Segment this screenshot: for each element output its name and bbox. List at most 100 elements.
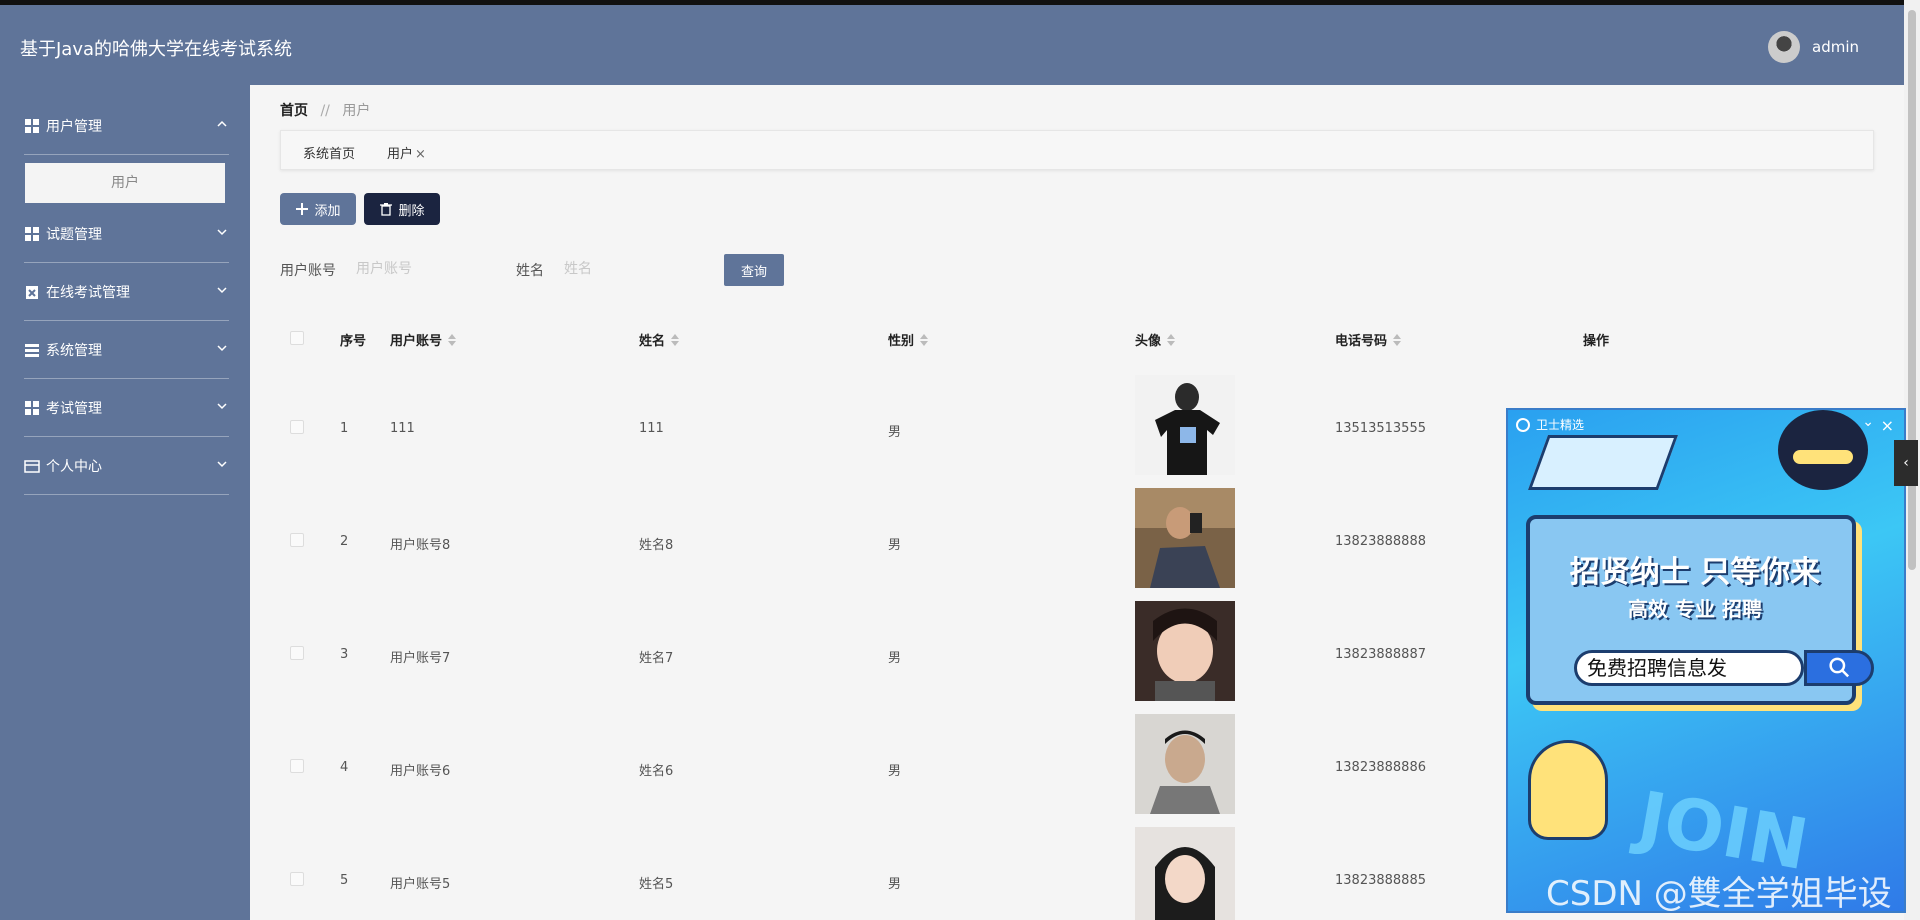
- watermark: CSDN @雙全学姐毕设: [1546, 874, 1892, 914]
- name-search-input[interactable]: [564, 252, 714, 286]
- row-checkbox[interactable]: [290, 872, 304, 886]
- cell-name: 姓名8: [639, 538, 674, 553]
- sort-icon[interactable]: [920, 333, 929, 346]
- cell-phone: 13823888887: [1335, 647, 1426, 662]
- column-header-label: 用户账号: [390, 334, 443, 349]
- sidebar-item-label: 考试管理: [46, 400, 102, 417]
- cell-gender: 男: [888, 764, 902, 779]
- avatar-image[interactable]: [1135, 601, 1235, 701]
- query-button[interactable]: 查询: [724, 254, 784, 286]
- row-checkbox[interactable]: [290, 646, 304, 660]
- grid-icon: [25, 226, 39, 241]
- cell-name: 姓名5: [639, 877, 674, 892]
- cell-index: 3: [340, 647, 349, 662]
- ad-subline: 高效 专业 招聘: [1628, 597, 1762, 621]
- column-header-label: 序号: [340, 334, 367, 349]
- sidebar-item-label: 在线考试管理: [46, 284, 130, 301]
- book-illustration: [1527, 435, 1679, 490]
- scrollbar-thumb[interactable]: [1908, 10, 1916, 570]
- chevron-down-icon: [217, 287, 227, 294]
- breadcrumb-separator: //: [320, 103, 330, 119]
- cell-gender: 男: [888, 538, 902, 553]
- cell-index: 2: [340, 534, 349, 549]
- sidebar-item-system-management[interactable]: 系统管理: [24, 321, 229, 379]
- lightbulb-illustration: [1528, 740, 1608, 840]
- breadcrumb-current: 用户: [342, 103, 371, 119]
- close-icon[interactable]: ×: [1881, 416, 1894, 435]
- column-header-label: 头像: [1135, 334, 1162, 349]
- cell-index: 4: [340, 760, 349, 775]
- avatar-image[interactable]: [1135, 375, 1235, 475]
- cell-name: 111: [639, 421, 664, 436]
- avatar-image[interactable]: [1135, 488, 1235, 588]
- account-search-input[interactable]: [356, 252, 506, 286]
- add-button[interactable]: 添加: [280, 193, 356, 225]
- sidebar-item-question-management[interactable]: 试题管理: [24, 205, 229, 263]
- sidebar-subitem-user[interactable]: 用户: [25, 163, 225, 203]
- card-icon: [24, 459, 40, 473]
- row-checkbox[interactable]: [290, 420, 304, 434]
- sort-icon[interactable]: [1393, 333, 1402, 346]
- chevron-down-icon: [217, 403, 227, 410]
- cell-phone: 13823888885: [1335, 873, 1426, 888]
- tab-system-home[interactable]: 系统首页: [303, 143, 355, 162]
- ad-search-button[interactable]: [1804, 650, 1874, 686]
- user-avatar[interactable]: [1768, 31, 1800, 63]
- column-header-phone[interactable]: 电话号码: [1335, 330, 1402, 349]
- sort-icon[interactable]: [671, 333, 680, 346]
- close-icon[interactable]: ×: [415, 147, 426, 162]
- ad-search-box[interactable]: 免费招聘信息发: [1574, 650, 1804, 686]
- trash-icon: [380, 203, 393, 216]
- column-header-label: 操作: [1583, 334, 1610, 349]
- sidebar-item-online-exam-management[interactable]: 在线考试管理: [24, 263, 229, 321]
- cell-name: 姓名6: [639, 764, 674, 779]
- side-panel-toggle[interactable]: ‹: [1894, 440, 1918, 486]
- ad-brand: 卫士精选: [1536, 418, 1585, 432]
- add-button-label: 添加: [314, 203, 341, 219]
- clipboard-icon: [26, 285, 38, 299]
- cell-account: 用户账号7: [390, 651, 451, 666]
- grid-icon: [25, 118, 39, 133]
- username[interactable]: admin: [1812, 38, 1859, 56]
- list-icon: [25, 343, 39, 357]
- sidebar-item-user-management[interactable]: 用户管理: [24, 97, 229, 155]
- cell-account: 用户账号8: [390, 538, 451, 553]
- user-menu[interactable]: admin: [1768, 31, 1859, 63]
- column-header-name[interactable]: 姓名: [639, 330, 680, 349]
- sidebar-item-personal-center[interactable]: 个人中心: [24, 437, 229, 495]
- column-header-gender[interactable]: 性别: [888, 330, 929, 349]
- sort-icon[interactable]: [1167, 333, 1176, 346]
- system-title: 基于Java的哈佛大学在线考试系统: [20, 39, 293, 60]
- advertisement-popup[interactable]: 卫士精选 ⌄ × 招贤纳士 只等你来 高效 专业 招聘 免费招聘信息发 JOIN: [1506, 408, 1906, 913]
- sidebar-item-label: 试题管理: [46, 226, 102, 243]
- cell-gender: 男: [888, 877, 902, 892]
- plus-icon: [296, 203, 309, 215]
- row-checkbox[interactable]: [290, 533, 304, 547]
- minimize-icon[interactable]: ⌄: [1862, 414, 1874, 430]
- breadcrumb-home[interactable]: 首页: [280, 103, 308, 119]
- row-checkbox[interactable]: [290, 759, 304, 773]
- chevron-down-icon: [217, 461, 227, 468]
- delete-button[interactable]: 删除: [364, 193, 440, 225]
- breadcrumb: 首页 // 用户: [280, 100, 370, 120]
- sidebar-item-label: 用户管理: [46, 118, 102, 135]
- tab-user[interactable]: 用户 ×: [387, 143, 426, 162]
- avatar-image[interactable]: [1135, 714, 1235, 814]
- avatar-image[interactable]: [1135, 827, 1235, 920]
- account-search-label: 用户账号: [280, 263, 336, 279]
- chevron-up-icon: [217, 120, 227, 127]
- sort-icon[interactable]: [448, 333, 457, 346]
- cell-phone: 13513513555: [1335, 421, 1426, 436]
- sidebar-item-exam-management[interactable]: 考试管理: [24, 379, 229, 437]
- cell-account: 用户账号6: [390, 764, 451, 779]
- sidebar-item-label: 系统管理: [46, 342, 102, 359]
- select-all-checkbox[interactable]: [290, 331, 304, 345]
- robot-illustration: [1778, 410, 1868, 490]
- brand-icon: [1516, 417, 1530, 432]
- column-header-account[interactable]: 用户账号: [390, 330, 457, 349]
- column-header-avatar[interactable]: 头像: [1135, 330, 1176, 349]
- tab-label: 用户: [387, 147, 414, 162]
- ad-headline: 招贤纳士 只等你来: [1569, 555, 1821, 590]
- cell-account: 111: [390, 421, 415, 436]
- column-header-actions: 操作: [1583, 330, 1609, 349]
